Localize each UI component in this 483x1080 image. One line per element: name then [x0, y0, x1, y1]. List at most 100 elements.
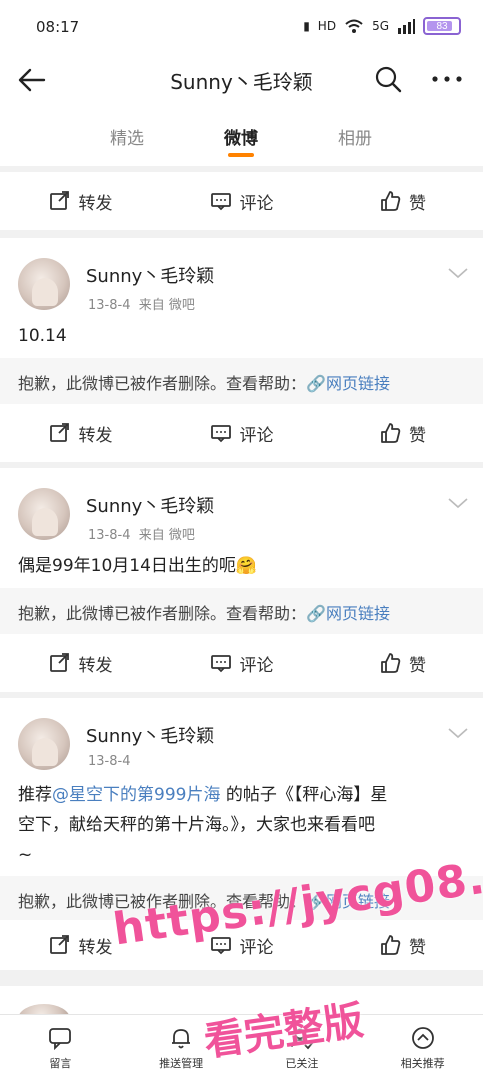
repost-icon [49, 423, 69, 442]
comment-label: 评论 [239, 193, 274, 214]
comment-icon [210, 655, 231, 673]
tab-featured[interactable]: 精选 [110, 124, 144, 149]
post-text: 推荐@星空下的第999片海 的帖子《【秤心海】星 空下，献给天秤的第十片海。》，… [18, 780, 465, 870]
page-title: Sunny丶毛玲颖 [170, 70, 313, 94]
deleted-notice: 抱歉，此微博已被作者删除。查看帮助：🔗网页链接 [0, 588, 483, 634]
comment-label: 评论 [239, 655, 274, 676]
hug-emoji-icon: 🤗 [235, 556, 258, 576]
thumbs-up-icon [381, 935, 401, 955]
chat-icon [49, 1027, 72, 1050]
post-date: 13-8-4 [88, 298, 131, 313]
comment-icon [210, 425, 231, 443]
post-text-rest: 的帖子《【秤心海】星 [220, 785, 388, 805]
status-time: 08:17 [36, 18, 80, 36]
repost-button[interactable]: 转发 [0, 634, 161, 692]
thumbs-up-icon [381, 653, 401, 673]
comment-button[interactable]: 评论 [161, 634, 322, 692]
post-author[interactable]: Sunny丶毛玲颖 [86, 262, 214, 288]
chevron-down-icon[interactable] [447, 726, 469, 740]
link-icon: 🔗 [306, 374, 326, 393]
avatar[interactable] [18, 258, 70, 310]
battery-level: 83 [436, 20, 448, 32]
post-text-line: 推荐@星空下的第999片海 的帖子《【秤心海】星 [18, 780, 465, 810]
status-icons: ▮ HD 5G 83 [303, 17, 461, 35]
post-text-prefix: 推荐 [18, 785, 52, 805]
like-label: 赞 [409, 425, 426, 446]
like-label: 赞 [409, 937, 426, 958]
post-meta: 13-8-4 来自 微吧 [88, 524, 195, 543]
post-actions: 转发 评论 赞 [0, 634, 483, 692]
mention-link[interactable]: @星空下的第999片海 [52, 785, 220, 805]
comment-button[interactable]: 评论 [161, 404, 322, 462]
avatar[interactable] [18, 718, 70, 770]
like-label: 赞 [409, 655, 426, 676]
signal-icon [398, 19, 415, 34]
help-link-label: 网页链接 [325, 374, 390, 393]
circle-chevron-icon [411, 1026, 434, 1049]
search-icon[interactable] [371, 62, 405, 96]
vibrate-icon: ▮ [303, 19, 310, 33]
post-text-line: 空下，献给天秤的第十片海。》，大家也来看看吧 [18, 815, 375, 835]
like-button[interactable]: 赞 [322, 172, 483, 230]
post-card: Sunny丶毛玲颖 13-8-4 来自 微吧 10.14 抱歉，此微博已被作者删… [0, 238, 483, 462]
post-author[interactable]: Sunny丶毛玲颖 [86, 722, 214, 748]
post-text: 10.14 [18, 326, 67, 346]
deleted-notice-text: 抱歉，此微博已被作者删除。查看帮助： [18, 604, 307, 623]
post-meta: 13-8-4 来自 微吧 [88, 294, 195, 313]
help-link[interactable]: 🔗网页链接 [306, 374, 390, 393]
repost-icon [49, 935, 69, 954]
thumbs-up-icon [381, 191, 401, 211]
comment-icon [210, 193, 231, 211]
comment-button[interactable]: 评论 [161, 172, 322, 230]
post-text: 偶是99年10月14日出生的呃🤗 [18, 551, 465, 581]
nav-item-label: 相关推荐 [400, 1056, 445, 1070]
network-label: 5G [372, 19, 389, 33]
like-label: 赞 [409, 193, 426, 214]
tab-album[interactable]: 相册 [338, 124, 372, 149]
repost-icon [49, 191, 69, 210]
comment-label: 评论 [239, 425, 274, 446]
deleted-notice-text: 抱歉，此微博已被作者删除。查看帮助： [18, 374, 307, 393]
repost-button[interactable]: 转发 [0, 404, 161, 462]
post-actions: 转发 评论 赞 [0, 172, 483, 230]
nav-item-messages[interactable]: 留言 [0, 1015, 121, 1080]
nav-bar: Sunny丶毛玲颖 [0, 56, 483, 104]
hd-icon: HD [317, 19, 337, 33]
nav-item-label: 已关注 [285, 1056, 319, 1070]
post-date: 13-8-4 [88, 754, 131, 769]
help-link[interactable]: 🔗网页链接 [306, 604, 390, 623]
bell-icon [172, 1028, 191, 1048]
help-link-label: 网页链接 [325, 604, 390, 623]
like-button[interactable]: 赞 [322, 634, 483, 692]
post-actions: 转发 评论 赞 [0, 404, 483, 462]
deleted-notice: 抱歉，此微博已被作者删除。查看帮助：🔗网页链接 [0, 358, 483, 404]
repost-label: 转发 [78, 655, 113, 676]
tab-active-indicator [228, 153, 254, 157]
repost-label: 转发 [78, 193, 113, 214]
nav-item-recommend[interactable]: 相关推荐 [362, 1015, 483, 1080]
repost-button[interactable]: 转发 [0, 172, 161, 230]
tab-weibo[interactable]: 微博 [224, 124, 258, 149]
post-author[interactable]: Sunny丶毛玲颖 [86, 492, 214, 518]
post-card: Sunny丶毛玲颖 13-8-4 来自 微吧 偶是99年10月14日出生的呃🤗 … [0, 468, 483, 692]
status-bar: 08:17 ▮ HD 5G 83 [0, 0, 483, 56]
repost-icon [49, 653, 69, 672]
post-date: 13-8-4 [88, 528, 131, 543]
post-text-body: 偶是99年10月14日出生的呃 [18, 556, 236, 576]
link-icon: 🔗 [306, 604, 326, 623]
like-button[interactable]: 赞 [322, 404, 483, 462]
post-source: 来自 微吧 [138, 298, 195, 313]
post-source: 来自 微吧 [138, 528, 195, 543]
back-arrow-icon[interactable] [14, 62, 50, 98]
more-icon[interactable] [427, 62, 467, 96]
avatar[interactable] [18, 488, 70, 540]
like-button[interactable]: 赞 [322, 920, 483, 970]
nav-item-label: 推送管理 [159, 1056, 204, 1070]
chevron-down-icon[interactable] [447, 496, 469, 510]
battery-icon: 83 [423, 17, 461, 35]
chevron-down-icon[interactable] [447, 266, 469, 280]
wifi-icon [345, 19, 363, 33]
thumbs-up-icon [381, 423, 401, 443]
nav-item-label: 留言 [49, 1056, 72, 1070]
repost-label: 转发 [78, 937, 113, 958]
